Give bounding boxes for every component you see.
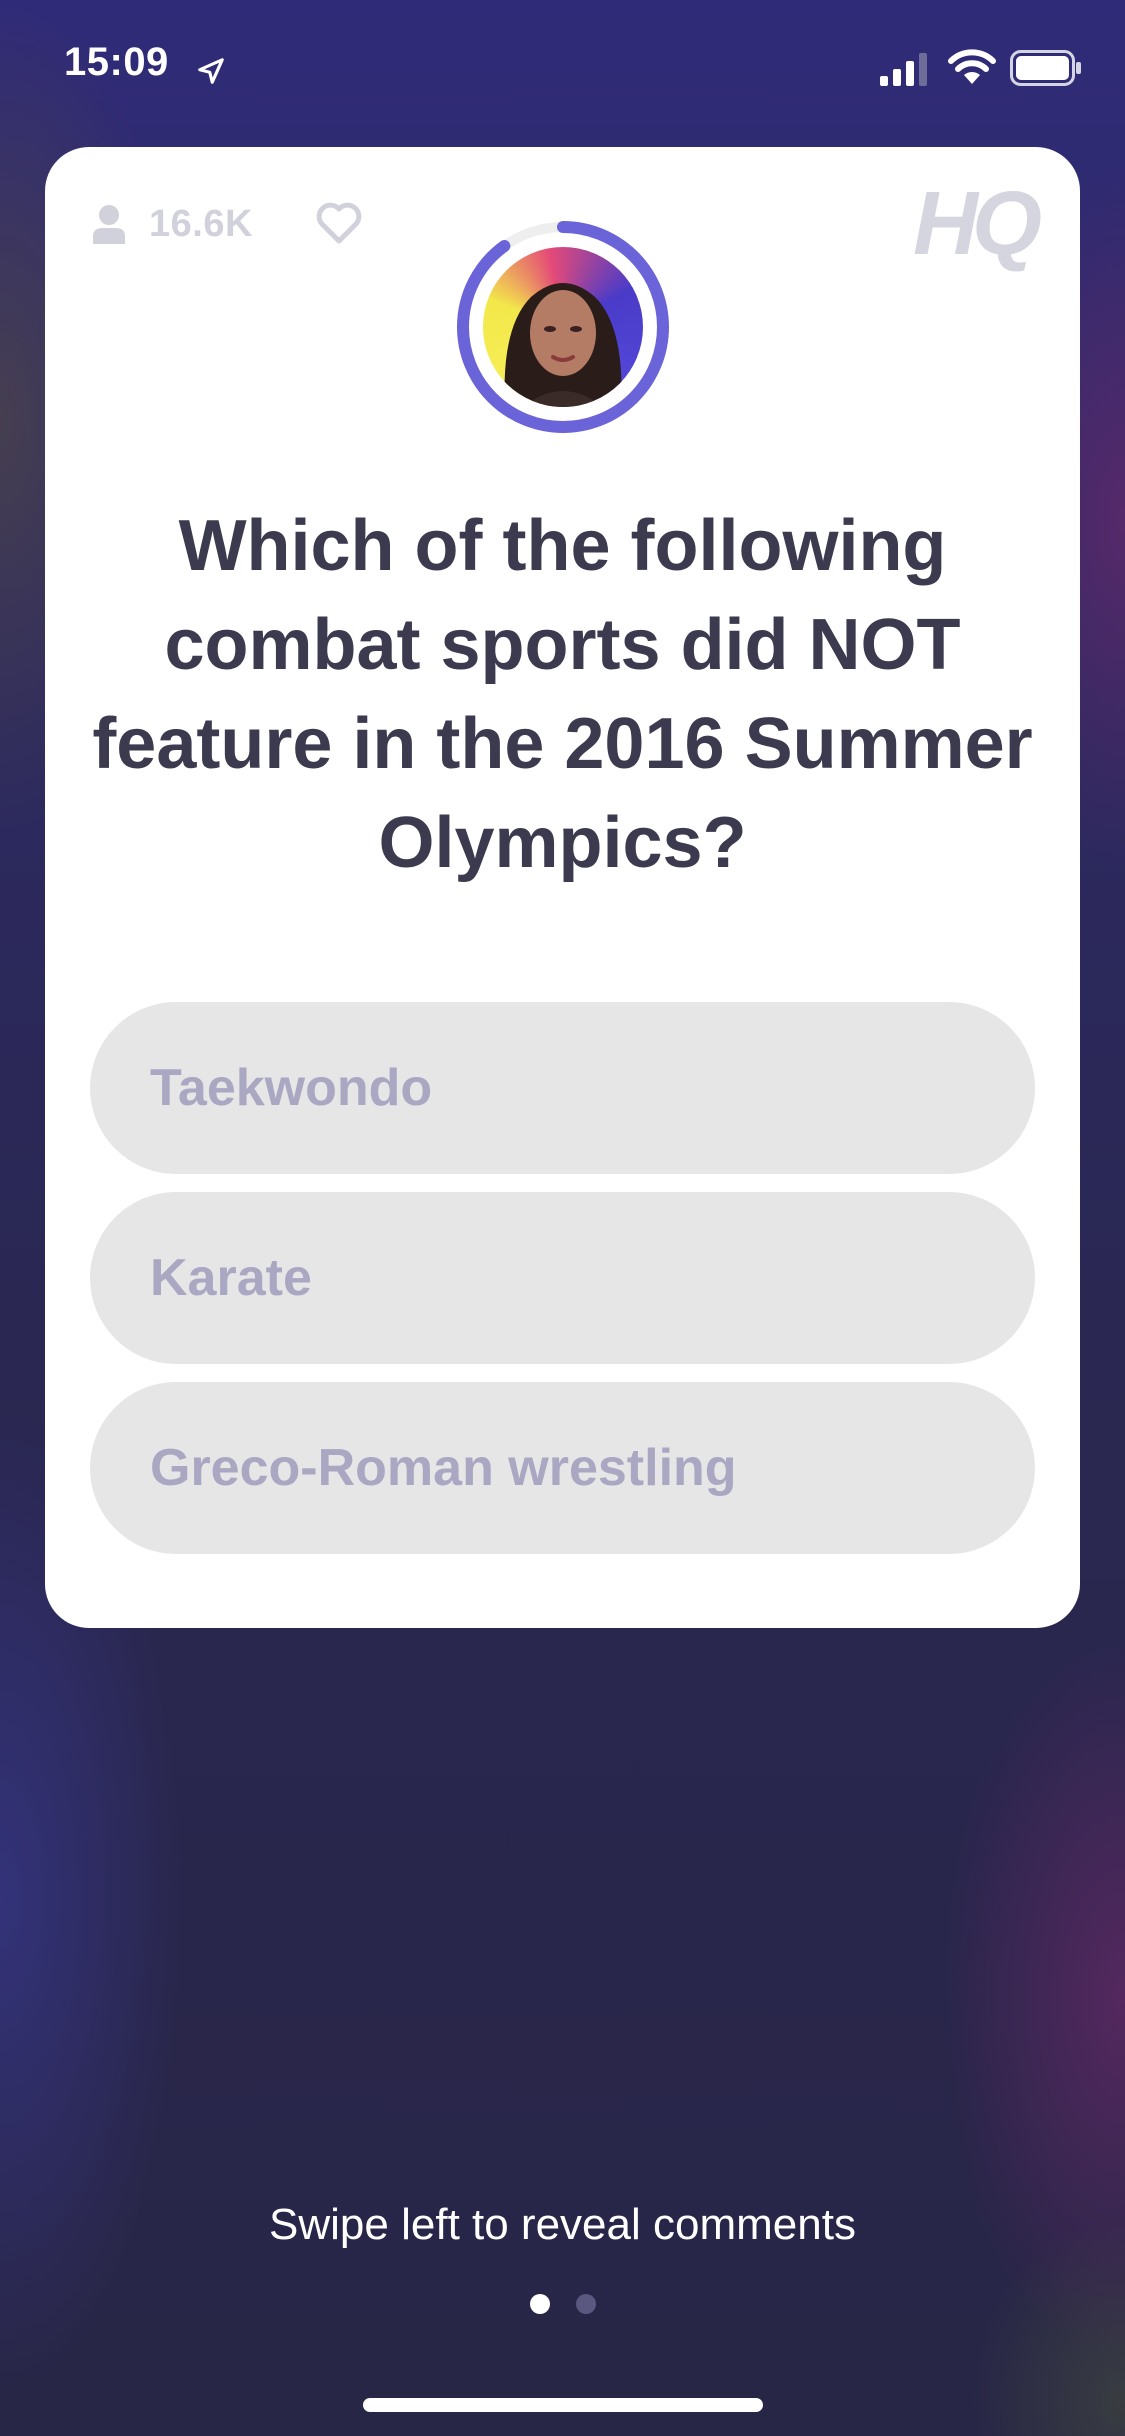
viewer-count: 16.6K: [149, 202, 253, 245]
answer-option-3[interactable]: Greco-Roman wrestling: [90, 1382, 1035, 1554]
wifi-icon: [948, 49, 996, 84]
hq-logo: HQ: [913, 174, 1042, 274]
answer-option-2[interactable]: Karate: [90, 1192, 1035, 1364]
status-bar: 15:09: [0, 0, 1125, 132]
answer-list: Taekwondo Karate Greco-Roman wrestling: [90, 1002, 1035, 1572]
signal-icon: [880, 53, 927, 86]
location-arrow-icon: [198, 58, 224, 84]
host-timer: [453, 217, 673, 437]
user-icon: [93, 205, 125, 244]
question-text: Which of the following combat sports did…: [92, 506, 1033, 883]
host-avatar: [483, 247, 643, 407]
page-indicator[interactable]: [0, 2294, 1125, 2314]
viewer-counter: 16.6K: [91, 199, 253, 249]
home-indicator[interactable]: [363, 2398, 763, 2412]
status-time: 15:09: [64, 40, 169, 84]
heart-icon[interactable]: [315, 201, 363, 245]
page-dot-inactive[interactable]: [575, 2294, 596, 2314]
answer-option-1[interactable]: Taekwondo: [90, 1002, 1035, 1174]
page-dot-active[interactable]: [529, 2294, 550, 2314]
swipe-hint: Swipe left to reveal comments: [269, 2200, 856, 2249]
question-card: 16.6K HQ Which of the following combat s…: [45, 147, 1080, 1628]
battery-icon: [1010, 50, 1081, 86]
host-portrait: [504, 283, 622, 407]
